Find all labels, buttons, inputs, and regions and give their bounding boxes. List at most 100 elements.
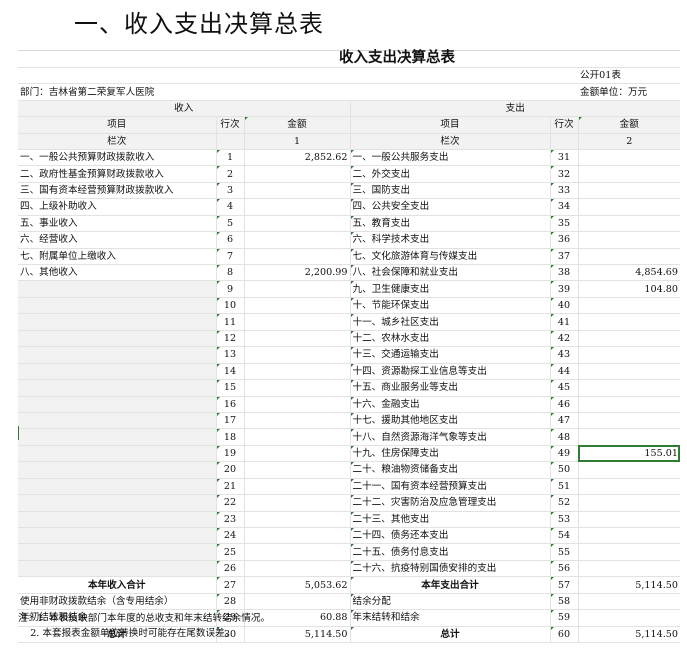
- expense-amount-cell[interactable]: [578, 412, 680, 430]
- income-amount-cell[interactable]: [244, 412, 351, 430]
- expense-amount-cell[interactable]: [578, 297, 680, 315]
- expense-row-no-cell[interactable]: 39: [550, 280, 579, 298]
- income-amount-cell[interactable]: [244, 363, 351, 381]
- expense-row-no-cell[interactable]: 56: [550, 560, 579, 578]
- expense-item-cell[interactable]: 三、国防支出: [350, 182, 551, 200]
- income-row-no-cell[interactable]: 21: [216, 478, 245, 496]
- expense-row-no-cell[interactable]: 41: [550, 313, 579, 331]
- income-amount-cell[interactable]: [244, 396, 351, 413]
- expense-row-no-cell[interactable]: 40: [550, 297, 579, 315]
- income-item-cell[interactable]: [18, 363, 217, 381]
- income-amount-cell[interactable]: [244, 461, 351, 479]
- expense-amount-cell[interactable]: 155.01: [578, 445, 680, 463]
- expense-item-cell[interactable]: 二十六、抗疫特别国债安排的支出: [350, 560, 551, 578]
- income-item-cell[interactable]: 五、事业收入: [18, 215, 217, 233]
- expense-row-no-cell[interactable]: 45: [550, 379, 579, 397]
- expense-row-no-cell[interactable]: 49: [550, 445, 579, 463]
- income-amount-cell[interactable]: [244, 511, 351, 529]
- expense-amount-cell[interactable]: [578, 543, 680, 561]
- expense-row-no-cell[interactable]: 54: [550, 527, 579, 545]
- income-amount-cell[interactable]: [244, 560, 351, 578]
- expense-row-no-cell[interactable]: 51: [550, 478, 579, 496]
- income-item-cell[interactable]: 使用非财政拨款结余（含专用结余）: [18, 593, 217, 611]
- expense-item-cell[interactable]: 十八、自然资源海洋气象等支出: [350, 428, 551, 446]
- income-row-no-cell[interactable]: 24: [216, 527, 245, 545]
- expense-item-cell[interactable]: 结余分配: [350, 593, 551, 611]
- income-item-cell[interactable]: [18, 428, 217, 446]
- expense-row-no-cell[interactable]: 55: [550, 543, 579, 561]
- expense-row-no-cell[interactable]: 52: [550, 494, 579, 512]
- income-row-no-cell[interactable]: 4: [216, 198, 245, 216]
- expense-item-cell[interactable]: 十四、资源勘探工业信息等支出: [350, 363, 551, 381]
- expense-item-cell[interactable]: 年末结转和结余: [350, 609, 551, 627]
- income-row-no-cell[interactable]: 8: [216, 264, 245, 282]
- expense-item-cell[interactable]: 五、教育支出: [350, 215, 551, 233]
- income-row-no-cell[interactable]: 5: [216, 215, 245, 233]
- expense-item-cell[interactable]: 七、文化旅游体育与传媒支出: [350, 248, 551, 266]
- expense-amount-cell[interactable]: [578, 527, 680, 545]
- income-row-no-cell[interactable]: 18: [216, 428, 245, 446]
- expense-item-cell[interactable]: 本年支出合计: [350, 576, 551, 594]
- income-row-no-cell[interactable]: 19: [216, 445, 245, 463]
- expense-amount-cell[interactable]: [578, 313, 680, 331]
- income-row-no-cell[interactable]: 1: [216, 149, 245, 167]
- expense-amount-cell[interactable]: [578, 461, 680, 479]
- income-item-cell[interactable]: [18, 280, 217, 298]
- income-item-cell[interactable]: 本年收入合计: [18, 576, 217, 594]
- expense-row-no-cell[interactable]: 47: [550, 412, 579, 430]
- expense-row-no-cell[interactable]: 48: [550, 428, 579, 446]
- spreadsheet[interactable]: 收入支出决算总表 公开01表 部门：吉林省第二荣复军人医院 金额单位：万元 收入…: [18, 50, 680, 644]
- income-row-no-cell[interactable]: 20: [216, 461, 245, 479]
- expense-item-cell[interactable]: 十一、城乡社区支出: [350, 313, 551, 331]
- income-amount-cell[interactable]: [244, 231, 351, 249]
- expense-amount-cell[interactable]: [578, 494, 680, 512]
- income-item-cell[interactable]: 一、一般公共预算财政拨款收入: [18, 149, 217, 167]
- expense-row-no-cell[interactable]: 36: [550, 231, 579, 249]
- expense-row-no-cell[interactable]: 53: [550, 511, 579, 529]
- income-amount-cell[interactable]: [244, 445, 351, 463]
- expense-item-cell[interactable]: 总计: [350, 626, 551, 644]
- income-item-cell[interactable]: [18, 412, 217, 430]
- income-item-cell[interactable]: [18, 379, 217, 397]
- income-item-cell[interactable]: [18, 297, 217, 315]
- income-amount-cell[interactable]: [244, 313, 351, 331]
- income-item-cell[interactable]: [18, 330, 217, 348]
- expense-row-no-cell[interactable]: 42: [550, 330, 579, 348]
- income-item-cell[interactable]: [18, 461, 217, 479]
- income-row-no-cell[interactable]: 15: [216, 379, 245, 397]
- expense-amount-cell[interactable]: [578, 346, 680, 364]
- income-amount-cell[interactable]: [244, 330, 351, 348]
- income-amount-cell[interactable]: [244, 297, 351, 315]
- income-amount-cell[interactable]: [244, 478, 351, 496]
- income-row-no-cell[interactable]: 23: [216, 511, 245, 529]
- income-item-cell[interactable]: 三、国有资本经营预算财政拨款收入: [18, 182, 217, 200]
- income-item-cell[interactable]: [18, 346, 217, 364]
- income-row-no-cell[interactable]: 26: [216, 560, 245, 578]
- income-row-no-cell[interactable]: 6: [216, 231, 245, 249]
- income-amount-cell[interactable]: [244, 593, 351, 611]
- expense-item-cell[interactable]: 八、社会保障和就业支出: [350, 264, 551, 282]
- expense-amount-cell[interactable]: [578, 379, 680, 397]
- expense-amount-cell[interactable]: [578, 149, 680, 167]
- income-item-cell[interactable]: [18, 511, 217, 529]
- income-row-no-cell[interactable]: 13: [216, 346, 245, 364]
- expense-amount-cell[interactable]: 104.80: [578, 280, 680, 298]
- expense-item-cell[interactable]: 十六、金融支出: [350, 396, 551, 413]
- income-row-no-cell[interactable]: 16: [216, 396, 245, 413]
- expense-amount-cell[interactable]: [578, 198, 680, 216]
- expense-amount-cell[interactable]: [578, 182, 680, 200]
- income-item-cell[interactable]: [18, 527, 217, 545]
- expense-amount-cell[interactable]: [578, 511, 680, 529]
- expense-row-no-cell[interactable]: 46: [550, 396, 579, 413]
- income-row-no-cell[interactable]: 27: [216, 576, 245, 594]
- expense-amount-cell[interactable]: [578, 231, 680, 249]
- expense-row-no-cell[interactable]: 37: [550, 248, 579, 266]
- income-row-no-cell[interactable]: 17: [216, 412, 245, 430]
- income-row-no-cell[interactable]: 9: [216, 280, 245, 298]
- expense-amount-cell[interactable]: [578, 593, 680, 611]
- expense-amount-cell[interactable]: [578, 609, 680, 627]
- expense-row-no-cell[interactable]: 58: [550, 593, 579, 611]
- income-row-no-cell[interactable]: 7: [216, 248, 245, 266]
- expense-item-cell[interactable]: 十七、援助其他地区支出: [350, 412, 551, 430]
- expense-item-cell[interactable]: 二十五、债务付息支出: [350, 543, 551, 561]
